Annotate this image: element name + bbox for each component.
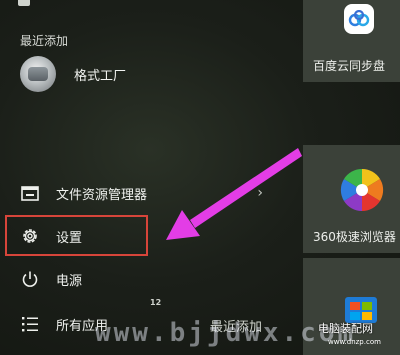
tiles-column: 百度云同步盘 360极速浏览器 — [300, 0, 400, 355]
file-explorer-label: 文件资源管理器 — [56, 187, 148, 203]
settings-highlight-box — [5, 215, 148, 256]
tile-baidu-label: 百度云同步盘 — [313, 59, 386, 73]
recent-section-title: 最近添加 — [20, 34, 69, 48]
format-factory-icon — [20, 56, 56, 92]
watermark-sub: www.dnzp.com — [328, 338, 381, 346]
watermark-text: www.bjjdwx.com — [95, 318, 357, 348]
tile-baidu-cloud[interactable]: 百度云同步盘 — [303, 0, 400, 82]
recent-app-format-factory[interactable]: 格式工厂 — [20, 56, 126, 92]
file-explorer-item[interactable]: 文件资源管理器 › — [8, 176, 263, 210]
chevron-right-icon[interactable]: › — [257, 185, 263, 201]
power-icon — [20, 269, 40, 289]
baidu-cloud-icon — [344, 4, 374, 34]
power-item[interactable]: 电源 — [8, 262, 263, 296]
start-menu: 最近添加 格式工厂 文件资源管理器 › 设置 电源 所有应用 12 最近添加 百… — [0, 0, 400, 355]
360-browser-icon — [340, 168, 384, 212]
list-icon — [20, 314, 40, 334]
recent-app-label: 格式工厂 — [74, 68, 127, 84]
pin-mark: 12 — [150, 298, 162, 307]
power-label: 电源 — [56, 273, 83, 289]
watermark-logo: 电脑装配网 — [318, 322, 373, 335]
tile-360-label: 360极速浏览器 — [313, 230, 396, 244]
tile-360-browser[interactable]: 360极速浏览器 — [303, 145, 400, 253]
scroll-indicator — [18, 0, 30, 6]
file-explorer-icon — [20, 183, 40, 203]
app-list: 最近添加 格式工厂 文件资源管理器 › 设置 电源 所有应用 12 最近添加 — [0, 0, 290, 355]
